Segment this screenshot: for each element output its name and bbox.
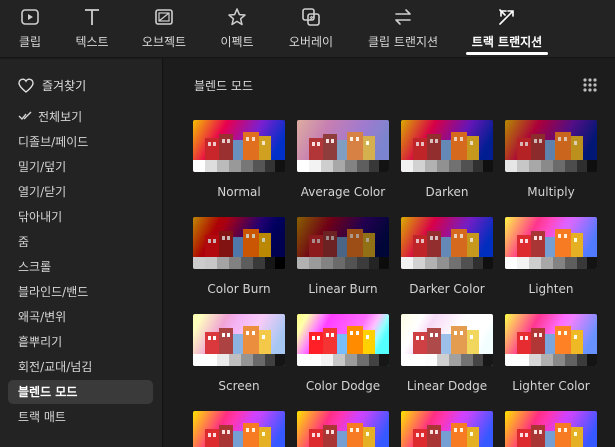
- blend-preview-thumbnail: [505, 314, 597, 366]
- sidebar-item-rotate-flip[interactable]: 회전/교대/넘김: [8, 355, 153, 379]
- heart-icon: [18, 77, 34, 93]
- effect-icon: [228, 8, 246, 26]
- blend-preview-thumbnail: [297, 314, 389, 366]
- tab-track-transition[interactable]: 트랙 트랜지션: [462, 0, 552, 58]
- sidebar-item-scatter[interactable]: 흩뿌리기: [8, 330, 153, 354]
- tab-object[interactable]: 오브젝트: [128, 0, 200, 58]
- sidebar-item-label: 스크롤: [18, 260, 52, 274]
- blend-preview-thumbnail: [505, 411, 597, 447]
- sidebar-item-label: 블렌드 모드: [18, 385, 78, 399]
- sidebar-item-label: 디졸브/페이드: [18, 135, 89, 149]
- blend-preview-thumbnail: [401, 120, 493, 172]
- tab-text[interactable]: 텍스트: [62, 0, 122, 58]
- blend-preview-thumbnail: [401, 314, 493, 366]
- grid-view-icon[interactable]: [582, 77, 598, 93]
- tab-effect-label: 이펙트: [220, 35, 254, 49]
- overlay-icon: [302, 8, 320, 26]
- sidebar-item-open-close[interactable]: 열기/닫기: [8, 180, 153, 204]
- blend-preview-thumbnail: [193, 217, 285, 269]
- tab-text-label: 텍스트: [75, 35, 109, 49]
- sidebar-item-dissolve-fade[interactable]: 디졸브/페이드: [8, 130, 153, 154]
- sidebar-item-zoom[interactable]: 줌: [8, 230, 153, 254]
- blend-preview-thumbnail: [401, 411, 493, 447]
- clip-icon: [21, 9, 39, 25]
- blend-preview-thumbnail: [297, 217, 389, 269]
- sidebar-item-favorites[interactable]: 즐겨찾기: [18, 73, 86, 97]
- tab-overlay[interactable]: 오버레이: [278, 0, 344, 58]
- tab-overlay-label: 오버레이: [288, 35, 334, 49]
- blend-mode-label: Multiply: [527, 185, 575, 199]
- sidebar-item-scroll[interactable]: 스크롤: [8, 255, 153, 279]
- blend-preview-thumbnail: [505, 217, 597, 269]
- blend-mode-label: Lighten: [528, 282, 574, 296]
- section-title: 블렌드 모드: [194, 79, 254, 93]
- category-sidebar: 즐겨찾기 전체보기 디졸브/페이드 밀기/덮기 열기/닫기 닦아내기 줌 스크롤…: [0, 59, 163, 447]
- sidebar-item-track-matte[interactable]: 트랙 매트: [8, 405, 153, 429]
- sidebar-item-label: 줌: [18, 235, 30, 249]
- tab-effect[interactable]: 이펙트: [208, 0, 266, 58]
- blend-preview-thumbnail: [193, 314, 285, 366]
- sidebar-item-distort[interactable]: 왜곡/변위: [8, 305, 153, 329]
- tab-clip-transition-label: 클립 트랜지션: [367, 35, 439, 49]
- tab-clip-transition[interactable]: 클립 트랜지션: [356, 0, 450, 58]
- active-tab-indicator: [466, 52, 548, 55]
- top-tab-bar: 클립 텍스트 오브젝트 이펙트 오버레이 클립 트랜지션 트랙 트랜지션: [0, 0, 615, 58]
- clip-transition-icon: [395, 9, 411, 25]
- tab-clip[interactable]: 클립: [4, 0, 56, 58]
- sidebar-item-blinds-band[interactable]: 블라인드/밴드: [8, 280, 153, 304]
- blend-preview-thumbnail: [297, 411, 389, 447]
- blend-preview-thumbnail: [193, 120, 285, 172]
- tab-clip-label: 클립: [18, 35, 42, 49]
- blend-preview-thumbnail: [505, 120, 597, 172]
- tab-track-transition-label: 트랙 트랜지션: [471, 35, 543, 49]
- sidebar-item-label: 흩뿌리기: [18, 335, 63, 349]
- track-transition-icon: [499, 9, 514, 25]
- favorites-label: 즐겨찾기: [42, 78, 87, 93]
- blend-preview-thumbnail: [401, 217, 493, 269]
- sidebar-item-label: 회전/교대/넘김: [18, 360, 93, 374]
- blend-preview-thumbnail: [297, 120, 389, 172]
- sidebar-item-label: 밀기/덮기: [18, 160, 67, 174]
- sidebar-item-label: 열기/닫기: [18, 185, 67, 199]
- tab-object-label: 오브젝트: [141, 35, 187, 49]
- blend-mode-label: Lighter Color: [512, 379, 590, 393]
- sidebar-item-label: 닦아내기: [18, 210, 63, 224]
- sidebar-item-push-cover[interactable]: 밀기/덮기: [8, 155, 153, 179]
- sidebar-item-label: 트랙 매트: [18, 410, 66, 424]
- text-icon: [85, 9, 99, 25]
- check-icon: [18, 111, 32, 121]
- object-icon: [155, 9, 173, 25]
- sidebar-item-label: 블라인드/밴드: [18, 285, 89, 299]
- sidebar-item-label: 왜곡/변위: [18, 310, 67, 324]
- sidebar-item-blend-mode[interactable]: 블렌드 모드: [8, 380, 153, 404]
- sidebar-item-label: 전체보기: [38, 110, 83, 124]
- transition-gallery: 블렌드 모드 Normal Average Color Darken Multiply…: [164, 59, 615, 447]
- sidebar-item-wipe[interactable]: 닦아내기: [8, 205, 153, 229]
- sidebar-item-all[interactable]: 전체보기: [8, 105, 153, 129]
- blend-preview-thumbnail: [193, 411, 285, 447]
